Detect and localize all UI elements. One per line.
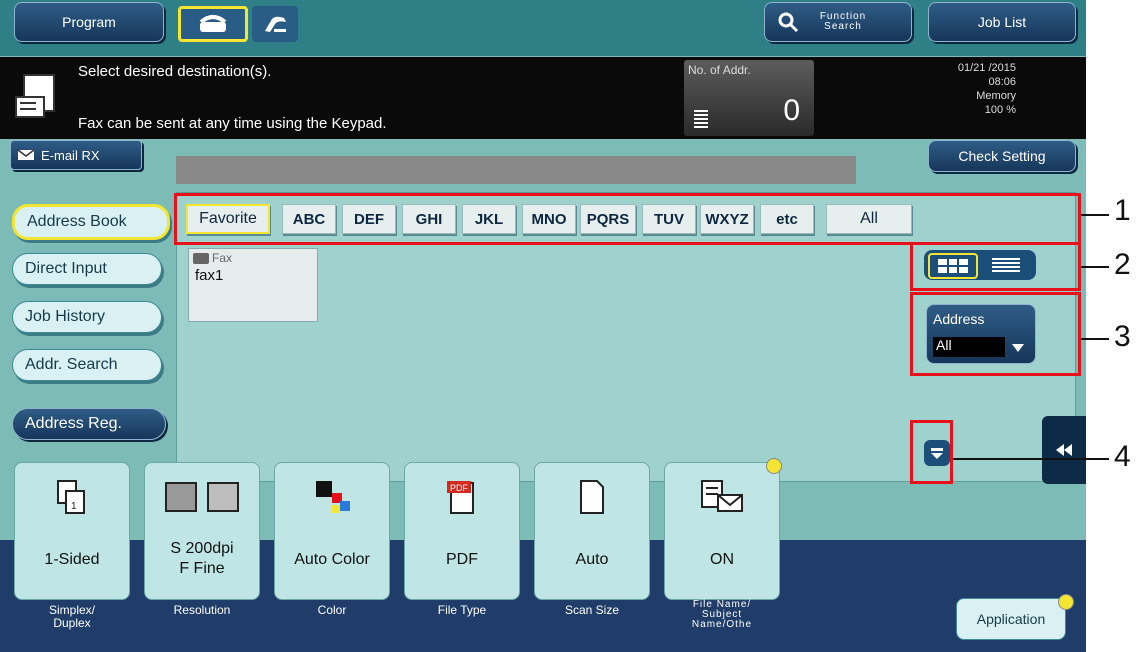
- fax-document-icon: [14, 73, 60, 121]
- function-label-file-type: File Type: [437, 603, 487, 617]
- callout-line-4: [953, 458, 1109, 460]
- application-button[interactable]: Application: [956, 598, 1066, 640]
- svg-text:PDF: PDF: [450, 483, 469, 493]
- callout-box-4: [910, 420, 953, 484]
- page-icon: [535, 477, 649, 517]
- function-value-file-type: PDF: [446, 551, 478, 568]
- memory-label: Memory: [976, 90, 1016, 102]
- fax-type-row: Fax: [189, 249, 317, 267]
- envelope-icon: [17, 149, 35, 160]
- address-count-label: No. of Addr.: [688, 63, 751, 77]
- address-list-icon: [694, 110, 708, 128]
- function-search-label: Function Search: [819, 11, 867, 32]
- file-name-indicator-dot: [766, 458, 782, 474]
- destination-input-bar[interactable]: [176, 156, 856, 184]
- function-key-simplex[interactable]: 1 1-Sided: [14, 462, 130, 600]
- function-value-file-name: ON: [710, 551, 734, 568]
- address-count-value: 0: [783, 94, 800, 127]
- function-label-resolution: Resolution: [173, 603, 231, 617]
- callout-number-3: 3: [1114, 320, 1131, 353]
- address-reg-button[interactable]: Address Reg.: [12, 408, 166, 440]
- email-rx-label: E-mail RX: [41, 147, 100, 163]
- sidebar-item-address-book[interactable]: Address Book: [12, 204, 170, 240]
- callout-number-4: 4: [1114, 440, 1131, 473]
- function-key-scan-size[interactable]: Auto: [534, 462, 650, 600]
- function-key-color[interactable]: Auto Color: [274, 462, 390, 600]
- fax-machine-icon: [193, 252, 209, 264]
- function-value-resolution: S 200dpi F Fine: [170, 540, 234, 577]
- callout-line-1: [1081, 214, 1109, 216]
- callout-box-1: [174, 193, 1081, 245]
- svg-text:1: 1: [71, 501, 77, 512]
- entry-name: fax1: [195, 267, 224, 284]
- top-toolbar: Program Function Search Job List: [0, 0, 1086, 56]
- handset-icon: [265, 16, 286, 32]
- function-label-color: Color: [317, 603, 347, 617]
- memory-value: 100 %: [984, 104, 1016, 116]
- function-key-file-type[interactable]: PDF PDF: [404, 462, 520, 600]
- side-panel-tab[interactable]: [1042, 416, 1086, 484]
- fax-mode-button[interactable]: [178, 6, 248, 42]
- email-rx-button[interactable]: E-mail RX: [10, 140, 142, 170]
- sidebar-item-direct-input[interactable]: Direct Input: [12, 253, 162, 285]
- instruction-text: Select desired destination(s).: [78, 63, 272, 80]
- callout-line-3: [1081, 338, 1109, 340]
- resolution-icon: [145, 477, 259, 517]
- job-list-button[interactable]: Job List: [928, 2, 1076, 42]
- function-key-resolution[interactable]: S 200dpi F Fine: [144, 462, 260, 600]
- message-bar: Select desired destination(s). Fax can b…: [0, 57, 1086, 139]
- keypad-hint-text: Fax can be sent at any time using the Ke…: [78, 115, 387, 132]
- function-label-simplex: Simplex/ Duplex: [48, 603, 95, 630]
- application-indicator-dot: [1058, 594, 1074, 610]
- color-icon: [275, 477, 389, 517]
- address-count-box: No. of Addr. 0: [684, 60, 814, 136]
- time-text: 08:06: [988, 76, 1016, 88]
- function-value-color: Auto Color: [294, 551, 370, 568]
- program-button[interactable]: Program: [14, 2, 164, 42]
- function-value-simplex: 1-Sided: [44, 551, 100, 568]
- entry-type: Fax: [212, 251, 233, 265]
- search-icon: [778, 12, 799, 33]
- function-label-file-name: File Name/ Subject Name/Othe: [691, 599, 753, 630]
- function-value-scan-size: Auto: [575, 551, 609, 568]
- pdf-icon: PDF: [405, 477, 519, 517]
- function-search-button[interactable]: Function Search: [764, 2, 912, 42]
- double-chevron-left-icon: [1056, 444, 1072, 456]
- telephone-icon: [199, 15, 227, 32]
- callout-number-2: 2: [1114, 248, 1131, 281]
- callout-box-3: [910, 292, 1081, 376]
- function-key-file-name[interactable]: ON: [664, 462, 780, 600]
- callout-number-1: 1: [1114, 194, 1131, 227]
- callout-box-2: [910, 242, 1081, 291]
- simplex-icon: 1: [15, 477, 129, 517]
- sidebar-item-job-history[interactable]: Job History: [12, 301, 162, 333]
- callout-line-2: [1081, 266, 1109, 268]
- function-label-scan-size: Scan Size: [564, 603, 620, 617]
- check-setting-button[interactable]: Check Setting: [928, 140, 1076, 172]
- handset-button[interactable]: [252, 6, 298, 42]
- date-text: 01/21 /2015: [957, 62, 1016, 74]
- address-entry-card[interactable]: Fax fax1: [188, 248, 318, 322]
- file-name-icon: [665, 477, 779, 517]
- status-info: 01/21 /2015 08:06 Memory 100 %: [900, 61, 1016, 117]
- sidebar-item-addr-search[interactable]: Addr. Search: [12, 349, 162, 381]
